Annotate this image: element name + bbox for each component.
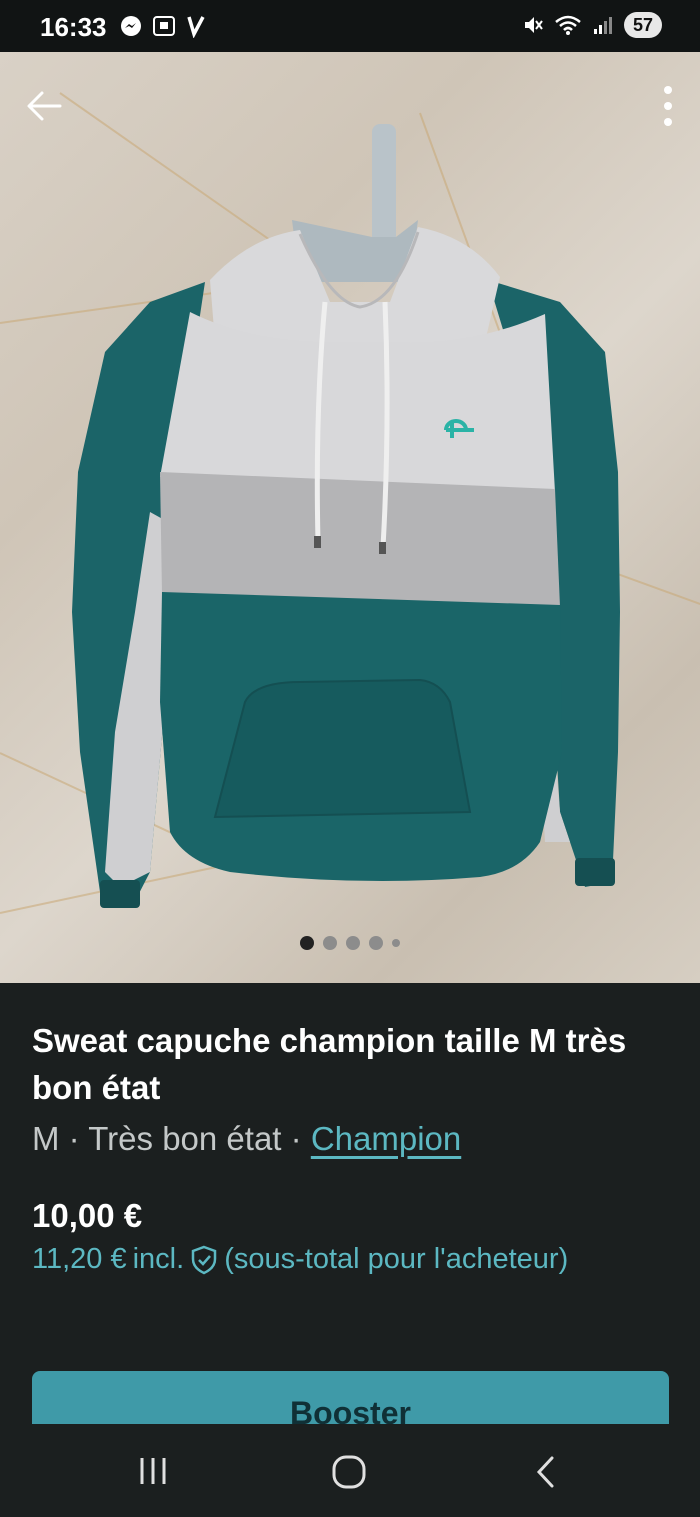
product-photo-carousel[interactable]: [0, 52, 700, 983]
system-nav-bar: [0, 1424, 700, 1517]
app-v-icon: [187, 16, 205, 38]
meta-separator: ·: [68, 1120, 80, 1157]
messenger-icon: [121, 16, 141, 36]
carousel-dot[interactable]: [369, 936, 383, 950]
listing-size: M: [32, 1120, 60, 1157]
listing-info: Sweat capuche champion taille M très bon…: [32, 983, 672, 1276]
carousel-dot[interactable]: [392, 939, 400, 947]
brand-link[interactable]: Champion: [311, 1120, 461, 1157]
recent-apps-icon[interactable]: [136, 1454, 170, 1488]
meta-separator: ·: [290, 1120, 302, 1157]
wifi-icon: [555, 15, 581, 35]
buyer-incl: incl.: [132, 1243, 185, 1275]
status-time: 16:33: [40, 12, 107, 42]
back-nav-icon[interactable]: [532, 1454, 560, 1490]
battery-indicator: 57: [623, 12, 662, 38]
listing-title: Sweat capuche champion taille M très bon…: [32, 1022, 627, 1106]
more-vertical-icon[interactable]: [662, 82, 674, 130]
signal-icon: [593, 17, 612, 34]
listing-meta: M · Très bon état · Champion: [32, 1117, 672, 1161]
carousel-indicator: [0, 936, 700, 950]
carousel-dot[interactable]: [300, 936, 314, 950]
status-icons-right: 57: [522, 12, 662, 38]
buyer-price: 11,20 €: [32, 1243, 127, 1275]
hoodie-image: [72, 124, 620, 908]
listing-condition: Très bon état: [88, 1120, 282, 1157]
buyer-price-row[interactable]: 11,20 € incl. (sous-total pour l'acheteu…: [32, 1243, 672, 1276]
screenshot-icon: [153, 16, 175, 36]
home-icon[interactable]: [331, 1454, 367, 1490]
status-bar: 16:33 57: [0, 0, 700, 52]
status-icons-left: [120, 14, 206, 38]
mute-icon: [524, 17, 543, 33]
carousel-dot[interactable]: [323, 936, 337, 950]
buyer-note: (sous-total pour l'acheteur): [224, 1243, 569, 1275]
listing-price: 10,00 €: [32, 1197, 143, 1234]
arrow-left-icon[interactable]: [24, 86, 64, 126]
shield-check-icon: [191, 1245, 217, 1274]
carousel-dot[interactable]: [346, 936, 360, 950]
